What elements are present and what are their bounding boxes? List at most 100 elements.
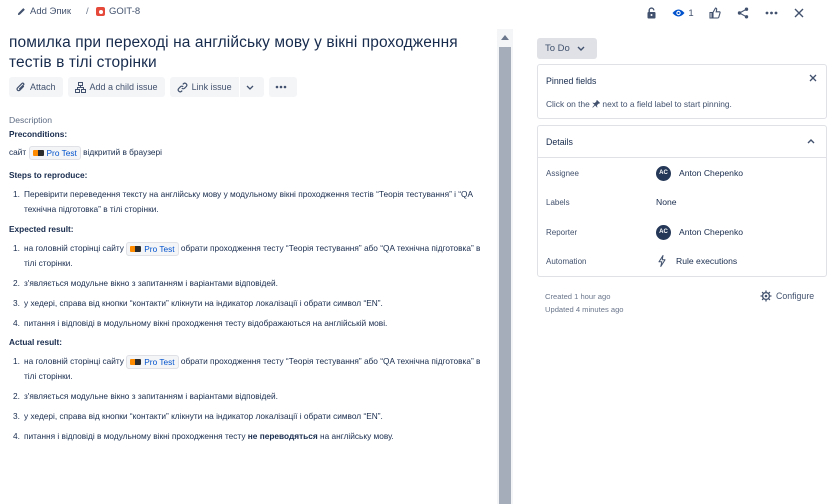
automation-value[interactable]: Rule executions	[676, 256, 737, 266]
created-timestamp: Created 1 hour ago	[545, 292, 611, 301]
close-icon	[794, 8, 804, 18]
site-favicon-icon	[32, 150, 44, 156]
list-item-text: питання і відповіді в модульному вікні п…	[24, 431, 246, 441]
add-child-issue-button[interactable]: Add a child issue	[67, 77, 165, 97]
hierarchy-icon	[74, 81, 86, 93]
automation-field[interactable]: Automation Rule executions	[546, 252, 816, 270]
vote-button[interactable]	[701, 3, 729, 23]
close-icon	[809, 74, 817, 82]
close-pinned-button[interactable]	[809, 73, 817, 85]
issue-key: GOIT-8	[109, 6, 141, 17]
description-field[interactable]: Description Preconditions: сайт Pro Test…	[9, 114, 489, 449]
pinned-fields-hint: Click on the next to a field label to st…	[546, 99, 732, 109]
issue-key-link[interactable]: GOIT-8	[96, 6, 140, 17]
add-child-label: Add a child issue	[89, 82, 158, 92]
toolbar-more-button[interactable]	[268, 77, 297, 97]
issue-header-bar: Add Эпик / GOIT-8 1	[0, 0, 827, 26]
pinned-fields-heading: Pinned fields	[546, 76, 597, 86]
chevron-up-icon	[807, 139, 815, 144]
list-item-text: на англійську мову.	[320, 431, 394, 441]
updated-timestamp: Updated 4 minutes ago	[545, 305, 624, 314]
link-issue-button[interactable]: Link issue	[169, 77, 239, 97]
automation-label: Automation	[546, 256, 587, 266]
description-label: Description	[9, 115, 52, 125]
link-issue-dropdown[interactable]	[239, 77, 264, 97]
avatar: AC	[656, 165, 671, 181]
list-item: 3. у хедері, справа від кнопки “контакти”…	[9, 409, 489, 424]
pro-test-link[interactable]: Pro Test	[126, 241, 179, 256]
steps-list: 1. Перевірити переведення тексту на англі…	[9, 187, 489, 217]
issue-title[interactable]: помилка при переході на англійську мову …	[9, 33, 489, 73]
list-item-number: 2.	[13, 278, 20, 288]
more-icon	[765, 11, 777, 15]
more-icon	[275, 85, 286, 89]
list-item-number: 4.	[13, 318, 20, 328]
issue-toolbar: Attach Add a child issue Link issue	[9, 77, 302, 97]
reporter-value: Anton Chepenko	[679, 227, 744, 237]
more-actions-button[interactable]	[757, 3, 785, 23]
assignee-label: Assignee	[546, 168, 579, 178]
link-icon	[177, 82, 187, 92]
pencil-icon	[17, 7, 26, 16]
avatar: AC	[656, 224, 671, 240]
list-item: 1. на головній сторінці сайту Pro Test об…	[9, 354, 489, 384]
watchers-count: 1	[688, 7, 694, 19]
list-item-number: 3.	[13, 298, 20, 308]
expected-list: 1. на головній сторінці сайту Pro Test об…	[9, 241, 489, 331]
preconditions-suffix: відкритий в браузері	[83, 147, 163, 158]
scrollbar-thumb[interactable]	[499, 47, 511, 504]
issue-timestamps: Created 1 hour ago Updated 4 minutes ago	[545, 290, 624, 316]
expected-heading: Expected result:	[9, 224, 74, 234]
reporter-label: Reporter	[546, 227, 578, 237]
chevron-down-icon	[246, 85, 254, 90]
chevron-down-icon	[577, 46, 585, 51]
link-issue-label: Link issue	[191, 82, 232, 92]
list-item: 1. на головній сторінці сайту Pro Test об…	[9, 241, 489, 271]
list-item-number: 4.	[13, 431, 20, 441]
thumbs-up-icon	[709, 7, 721, 19]
details-heading[interactable]: Details	[546, 137, 573, 147]
list-item-number: 2.	[13, 391, 20, 401]
pro-test-link-text: Pro Test	[144, 243, 175, 254]
attach-label: Attach	[30, 82, 56, 92]
scroll-up-arrow-icon[interactable]	[501, 35, 509, 40]
assignee-field[interactable]: Assignee AC Anton Chepenko	[546, 164, 816, 182]
breadcrumb-separator: /	[86, 6, 89, 17]
paperclip-icon	[16, 81, 25, 91]
eye-icon	[672, 9, 685, 17]
divider	[538, 157, 826, 158]
details-panel: Details Assignee AC Anton Chepenko Labels…	[537, 125, 827, 277]
configure-button[interactable]: Configure	[760, 290, 814, 302]
reporter-field[interactable]: Reporter AC Anton Chepenko	[546, 223, 816, 241]
attach-button[interactable]: Attach	[9, 77, 63, 97]
labels-field[interactable]: Labels None	[546, 193, 816, 211]
add-epic-link[interactable]: Add Эпик	[17, 6, 71, 17]
list-item: 1. Перевірити переведення тексту на англі…	[9, 187, 489, 217]
list-item-text: Перевірити переведення тексту на англійс…	[24, 189, 473, 214]
add-epic-label: Add Эпик	[30, 6, 71, 17]
collapse-details-button[interactable]	[807, 136, 815, 147]
pinned-hint-suffix: next to a field label to start pinning.	[602, 99, 732, 109]
list-item-text: на головній сторінці сайту	[24, 356, 124, 366]
preconditions-heading: Preconditions:	[9, 129, 68, 139]
list-item-text: з'являється модульне вікно з запитанням …	[24, 391, 278, 401]
pinned-fields-panel: Pinned fields Click on the next to a fie…	[537, 64, 827, 119]
preconditions-text: сайт Pro Test відкритий в браузері	[9, 146, 489, 160]
bug-icon	[96, 7, 105, 16]
assignee-value: Anton Chepenko	[679, 168, 744, 178]
pro-test-link[interactable]: Pro Test	[126, 354, 179, 369]
site-favicon-icon	[130, 358, 142, 365]
list-item: 2. з'являється модульне вікно з запитання…	[9, 389, 489, 404]
share-icon	[737, 7, 749, 19]
share-button[interactable]	[729, 3, 757, 23]
list-item-number: 3.	[13, 411, 20, 421]
status-dropdown[interactable]: To Do	[537, 38, 597, 59]
list-item-number: 1.	[13, 243, 20, 253]
close-issue-button[interactable]	[785, 3, 813, 23]
lock-button[interactable]	[637, 3, 665, 23]
list-item: 3. у хедері, справа від кнопки “контакти”…	[9, 296, 489, 311]
list-item-text: на головній сторінці сайту	[24, 243, 124, 253]
watch-button[interactable]: 1	[665, 3, 701, 23]
pro-test-link[interactable]: Pro Test	[28, 146, 81, 160]
pinned-hint-prefix: Click on the	[546, 99, 590, 109]
